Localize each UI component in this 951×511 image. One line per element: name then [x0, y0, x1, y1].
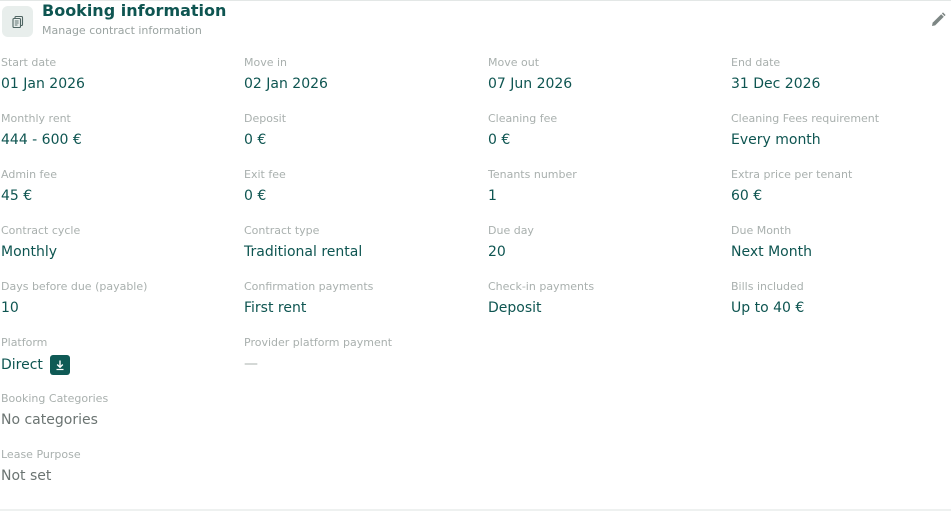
- field-lease-purpose: Lease Purpose Not set: [1, 448, 231, 485]
- field-booking-categories: Booking Categories No categories: [1, 392, 231, 429]
- field-label: Cleaning fee: [488, 112, 558, 125]
- field-value: Deposit: [488, 300, 542, 316]
- field-label: Booking Categories: [1, 392, 109, 405]
- field-label: Extra price per tenant: [731, 168, 853, 181]
- field-provider-platform-payment: Provider platform payment —: [244, 336, 474, 373]
- field-label: Tenants number: [488, 168, 577, 181]
- field-value: 60 €: [731, 188, 763, 204]
- field-start-date: Start date 01 Jan 2026: [1, 56, 231, 93]
- field-value: 444 - 600 €: [1, 132, 82, 148]
- field-due-month: Due Month Next Month: [731, 224, 951, 261]
- field-label: Deposit: [244, 112, 287, 125]
- field-value: Traditional rental: [244, 244, 363, 260]
- card-title: Booking information: [42, 1, 227, 20]
- edit-button[interactable]: [929, 11, 947, 29]
- field-value: 31 Dec 2026: [731, 76, 821, 92]
- card-header: Booking information Manage contract info…: [0, 1, 951, 49]
- field-label: Check-in payments: [488, 280, 595, 293]
- field-label: Admin fee: [1, 168, 57, 181]
- field-value: 07 Jun 2026: [488, 76, 573, 92]
- field-value: 20: [488, 244, 506, 260]
- field-label: Move in: [244, 56, 288, 69]
- field-label: Due Month: [731, 224, 792, 237]
- field-label: End date: [731, 56, 781, 69]
- field-value: 1: [488, 188, 497, 204]
- field-label: Monthly rent: [1, 112, 71, 125]
- field-cleaning-fee: Cleaning fee 0 €: [488, 112, 718, 149]
- field-label: Confirmation payments: [244, 280, 374, 293]
- field-due-day: Due day 20: [488, 224, 718, 261]
- document-copy-icon: [2, 6, 33, 37]
- field-label: Lease Purpose: [1, 448, 81, 461]
- field-bills-included: Bills included Up to 40 €: [731, 280, 951, 317]
- field-label: Platform: [1, 336, 48, 349]
- field-label: Provider platform payment: [244, 336, 393, 349]
- field-move-in: Move in 02 Jan 2026: [244, 56, 474, 93]
- field-tenants-number: Tenants number 1: [488, 168, 718, 205]
- field-value: 45 €: [1, 188, 33, 204]
- booking-information-card: Booking information Manage contract info…: [0, 0, 951, 511]
- field-value: No categories: [1, 412, 98, 428]
- field-label: Due day: [488, 224, 534, 237]
- field-label: Contract cycle: [1, 224, 81, 237]
- field-days-before-due: Days before due (payable) 10: [1, 280, 231, 317]
- platform-badge-button[interactable]: [49, 355, 70, 375]
- pencil-icon: [932, 12, 946, 26]
- field-confirmation-payments: Confirmation payments First rent: [244, 280, 474, 317]
- field-platform: Platform Direct: [1, 336, 231, 375]
- field-value: —: [244, 356, 258, 372]
- card-subtitle: Manage contract information: [42, 24, 202, 37]
- field-label: Move out: [488, 56, 540, 69]
- field-value: Next Month: [731, 244, 812, 260]
- field-value: First rent: [244, 300, 307, 316]
- field-contract-type: Contract type Traditional rental: [244, 224, 474, 261]
- field-extra-price-per-tenant: Extra price per tenant 60 €: [731, 168, 951, 205]
- field-deposit: Deposit 0 €: [244, 112, 474, 149]
- field-value: 10: [1, 300, 19, 316]
- field-cleaning-fees-requirement: Cleaning Fees requirement Every month: [731, 112, 951, 149]
- field-value: 0 €: [488, 132, 511, 148]
- field-label: Start date: [1, 56, 57, 69]
- field-value: Monthly: [1, 244, 58, 260]
- field-value: Not set: [1, 468, 52, 484]
- field-value: Up to 40 €: [731, 300, 805, 316]
- field-checkin-payments: Check-in payments Deposit: [488, 280, 718, 317]
- field-label: Days before due (payable): [1, 280, 148, 293]
- field-label: Exit fee: [244, 168, 286, 181]
- field-exit-fee: Exit fee 0 €: [244, 168, 474, 205]
- field-monthly-rent: Monthly rent 444 - 600 €: [1, 112, 231, 149]
- field-value: Every month: [731, 132, 821, 148]
- field-move-out: Move out 07 Jun 2026: [488, 56, 718, 93]
- field-label: Bills included: [731, 280, 804, 293]
- field-value: 02 Jan 2026: [244, 76, 328, 92]
- field-contract-cycle: Contract cycle Monthly: [1, 224, 231, 261]
- platform-value-text: Direct: [1, 357, 43, 373]
- field-value: 0 €: [244, 188, 267, 204]
- field-end-date: End date 31 Dec 2026: [731, 56, 951, 93]
- field-admin-fee: Admin fee 45 €: [1, 168, 231, 205]
- field-label: Contract type: [244, 224, 320, 237]
- arrow-down-in-box-icon: [56, 360, 64, 371]
- field-value: 01 Jan 2026: [1, 76, 85, 92]
- field-label: Cleaning Fees requirement: [731, 112, 880, 125]
- field-value: Direct: [1, 355, 231, 375]
- field-value: 0 €: [244, 132, 267, 148]
